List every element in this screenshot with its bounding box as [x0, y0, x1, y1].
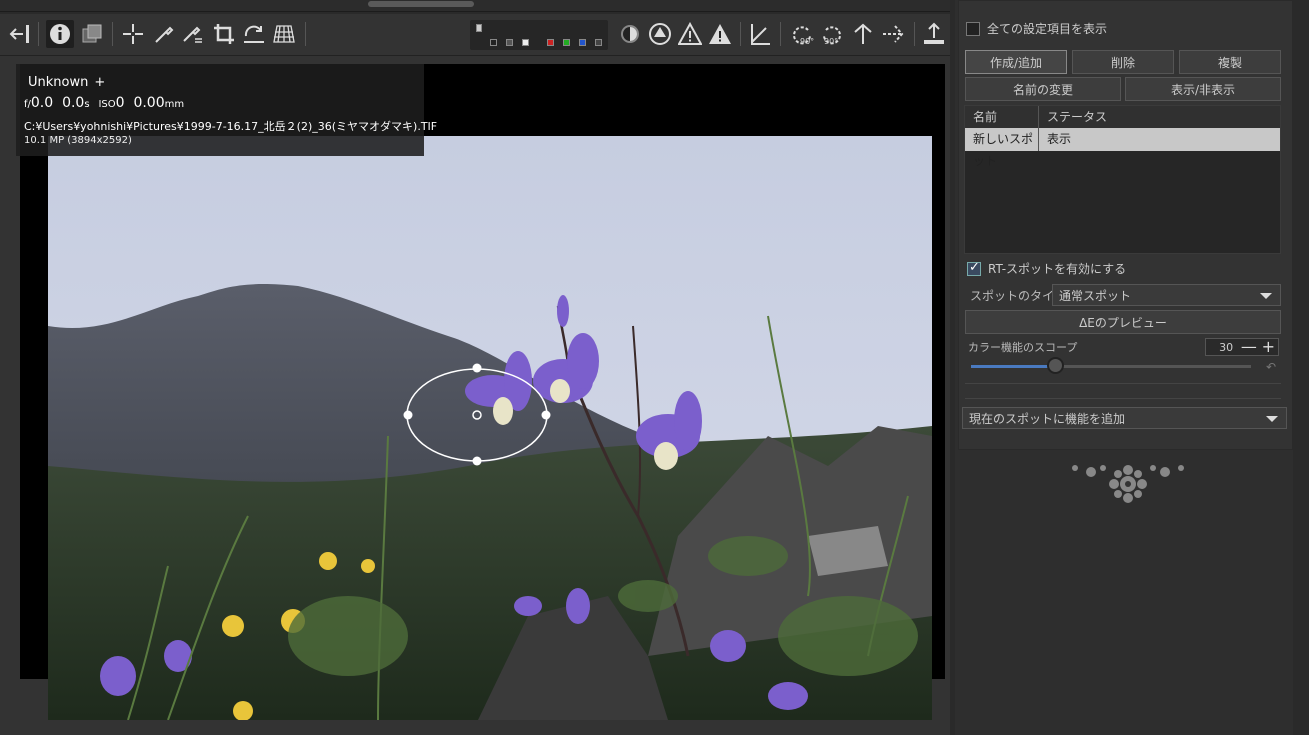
image-size: 10.1 MP (3894x2592)	[24, 135, 132, 146]
show-hide-spot-button[interactable]: 表示/非表示	[1125, 77, 1281, 101]
crop-icon[interactable]	[210, 20, 238, 48]
exposure-clip-icon[interactable]	[646, 20, 674, 48]
create-spot-button[interactable]: 作成/追加	[965, 50, 1067, 74]
aperture-value: 0.0	[30, 95, 54, 111]
rotate-left-icon[interactable]: 90°	[788, 20, 816, 48]
white-balance-picker-icon[interactable]	[179, 20, 207, 48]
scope-value[interactable]: 30	[1206, 341, 1239, 354]
editor-toolbar: 90° 90°	[0, 14, 950, 56]
expand-info-button[interactable]: +	[94, 75, 105, 90]
chevron-down-icon	[1260, 293, 1272, 299]
spot-name-cell: 新しいスポット	[965, 128, 1039, 168]
warning-highlight-icon[interactable]	[706, 20, 734, 48]
rotate-right-icon[interactable]: 90°	[818, 20, 846, 48]
tool-panel: 全ての設定項目を表示 作成/追加 削除 複製 名前の変更 表示/非表示 名前 ス…	[955, 0, 1309, 735]
angle-icon[interactable]	[746, 20, 774, 48]
chevron-down-icon	[1266, 416, 1278, 422]
scope-spinner[interactable]: 30 — +	[1205, 338, 1279, 356]
before-after-icon[interactable]	[78, 20, 106, 48]
warning-shadow-icon[interactable]	[676, 20, 704, 48]
scope-slider-track[interactable]	[971, 365, 1251, 368]
show-all-label: 全ての設定項目を表示	[987, 22, 1108, 36]
swatch-luminance[interactable]	[595, 39, 602, 46]
focal-value: 0.00	[133, 95, 165, 111]
focus-mask-icon[interactable]	[616, 20, 644, 48]
exif-line: f/0.0 0.0s ISO0 0.00mm	[24, 95, 185, 111]
file-path: C:¥Users¥yohnishi¥Pictures¥1999-7-16.17_…	[24, 120, 438, 133]
hide-panel-icon[interactable]	[6, 20, 34, 48]
delta-e-preview-button[interactable]: ΔEのプレビュー	[965, 310, 1281, 334]
col-name[interactable]: 名前	[965, 106, 1039, 128]
table-row[interactable]: 新しいスポット 表示	[965, 128, 1280, 168]
rawtherapee-window: 90° 90° Unknown + f/0.0 0.0s ISO0 0.00mm…	[0, 0, 1309, 735]
panel-scrollbar[interactable]	[1293, 0, 1309, 735]
export-icon[interactable]	[920, 20, 948, 48]
minus-icon[interactable]: —	[1239, 339, 1258, 355]
swatch-highlight[interactable]	[522, 39, 529, 46]
shutter-value: 0.0	[62, 95, 85, 111]
iso-value: 0	[115, 95, 125, 111]
toggle-icon[interactable]	[476, 24, 482, 32]
perspective-icon[interactable]	[270, 20, 298, 48]
add-tool-label: 現在のスポットに機能を追加	[969, 411, 1126, 426]
scrollbar-thumb[interactable]	[368, 1, 474, 7]
info-icon[interactable]	[46, 20, 74, 48]
image-info-overlay: Unknown + f/0.0 0.0s ISO0 0.00mm C:¥Users…	[16, 64, 437, 156]
rotate-icon[interactable]	[240, 20, 268, 48]
spot-list-header: 名前 ステータス	[965, 106, 1280, 128]
rt-spot-label: RT-スポットを有効にする	[988, 262, 1127, 276]
divider	[965, 398, 1281, 399]
filmstrip-scrollbar[interactable]	[0, 0, 950, 12]
rt-spot-enable-row[interactable]: RT-スポットを有効にする	[967, 260, 1126, 277]
show-all-checkbox[interactable]	[966, 21, 980, 36]
add-tool-dropdown[interactable]: 現在のスポットに機能を追加	[962, 407, 1287, 429]
swatch-green[interactable]	[563, 39, 570, 46]
swatch-blue[interactable]	[579, 39, 586, 46]
swatch-mid[interactable]	[506, 39, 513, 46]
ornament-logo	[1063, 460, 1193, 510]
reset-icon[interactable]: ↶	[1266, 360, 1276, 374]
col-status[interactable]: ステータス	[1039, 106, 1107, 128]
flip-horizontal-icon[interactable]	[879, 20, 907, 48]
preview-photo[interactable]	[48, 136, 932, 720]
svg-text:90°: 90°	[800, 37, 814, 46]
spot-list-table[interactable]: 名前 ステータス 新しいスポット 表示	[964, 105, 1281, 254]
delete-spot-button[interactable]: 削除	[1072, 50, 1174, 74]
spot-type-dropdown[interactable]: 通常スポット	[1052, 284, 1281, 306]
scope-slider-handle[interactable]	[1047, 357, 1064, 374]
swatch-red[interactable]	[547, 39, 554, 46]
show-all-settings-row[interactable]: 全ての設定項目を表示	[966, 20, 1107, 37]
spot-status-cell: 表示	[1047, 132, 1072, 146]
rt-spot-checkbox[interactable]	[967, 260, 981, 276]
plus-icon[interactable]: +	[1259, 339, 1278, 355]
spot-type-value: 通常スポット	[1059, 288, 1132, 303]
scope-slider-fill	[971, 365, 1055, 368]
lens-name: Unknown	[28, 75, 89, 90]
straighten-icon[interactable]	[119, 20, 147, 48]
svg-text:90°: 90°	[824, 37, 838, 46]
color-picker-icon[interactable]	[150, 20, 178, 48]
divider	[965, 383, 1281, 384]
swatch-shadow[interactable]	[490, 39, 497, 46]
flip-vertical-icon[interactable]	[849, 20, 877, 48]
duplicate-spot-button[interactable]: 複製	[1179, 50, 1281, 74]
color-scope-label: カラー機能のスコープ	[968, 341, 1078, 354]
rename-spot-button[interactable]: 名前の変更	[965, 77, 1121, 101]
